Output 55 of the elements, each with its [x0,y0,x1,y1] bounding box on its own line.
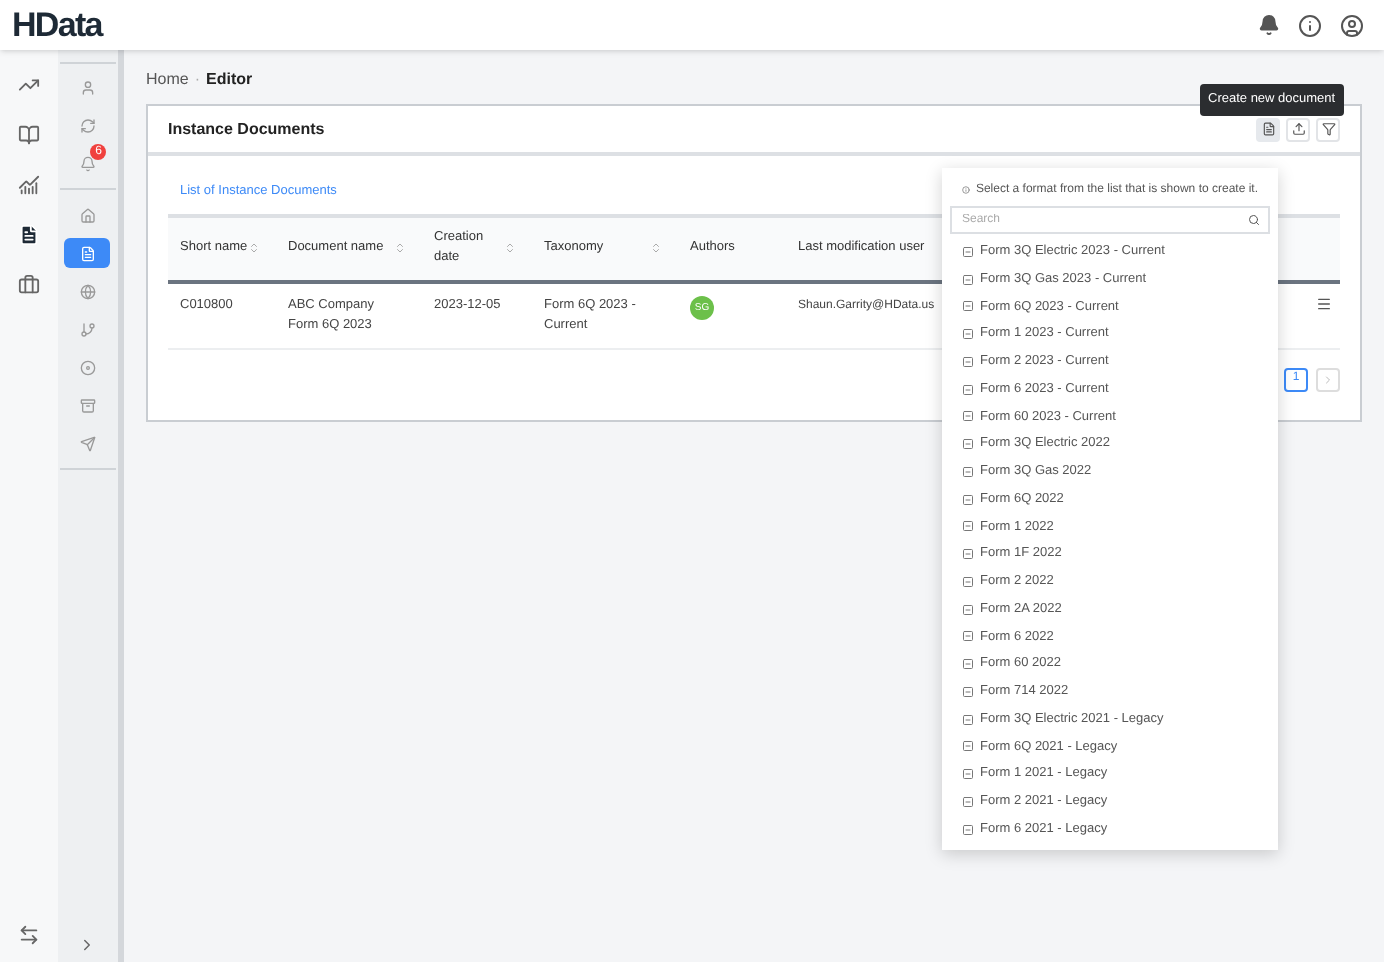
logo: HData [12,3,102,48]
form-icon [962,575,974,588]
chart-icon[interactable] [17,174,40,196]
breadcrumb-separator: · [194,68,201,92]
briefcase-icon[interactable] [17,274,40,296]
form-icon [962,245,974,258]
send-icon [79,435,96,451]
breadcrumb-link[interactable]: Home [146,68,189,92]
form-icon [962,630,974,643]
form-icon [962,273,974,286]
new-document-button[interactable] [1256,117,1280,141]
form-icon [962,685,974,698]
form-icon [962,328,974,341]
filter-icon [1321,122,1335,136]
search-icon [1248,214,1260,226]
swap-icon[interactable] [17,924,40,946]
form-icon [962,768,974,781]
breadcrumb-current: Editor [206,68,253,92]
form-icon [962,465,974,478]
form-icon [962,410,974,423]
form-icon [962,383,974,396]
form-icon [962,493,974,506]
account-icon[interactable] [1340,13,1364,37]
document-icon [1261,122,1275,136]
form-icon [962,823,974,836]
form-icon [962,795,974,808]
form-icon [962,603,974,616]
trend-icon[interactable] [17,74,40,96]
nav-item[interactable] [64,238,111,268]
document-icon[interactable] [17,224,40,246]
info-icon [962,184,970,196]
refresh-icon [79,117,96,133]
card-title: Instance Documents [168,117,325,141]
form-icon [962,713,974,726]
disc-icon [79,359,96,375]
globe-icon [79,283,96,299]
chevron-right-icon [1322,373,1334,386]
archive-icon [79,397,96,413]
form-icon [962,438,974,451]
form-icon [962,548,974,561]
document-icon [79,245,96,261]
form-icon [962,355,974,368]
notifications-icon[interactable] [1258,14,1280,36]
bell-icon [79,155,96,171]
form-icon [962,658,974,671]
upload-icon [1291,122,1305,136]
branch-icon [79,321,96,337]
book-icon[interactable] [17,124,40,146]
user-icon [79,79,96,95]
form-icon [962,300,974,313]
home-icon [79,207,96,223]
row-menu-icon[interactable] [1316,295,1332,312]
form-icon [962,740,974,753]
form-icon [962,520,974,533]
info-icon[interactable] [1298,13,1322,37]
